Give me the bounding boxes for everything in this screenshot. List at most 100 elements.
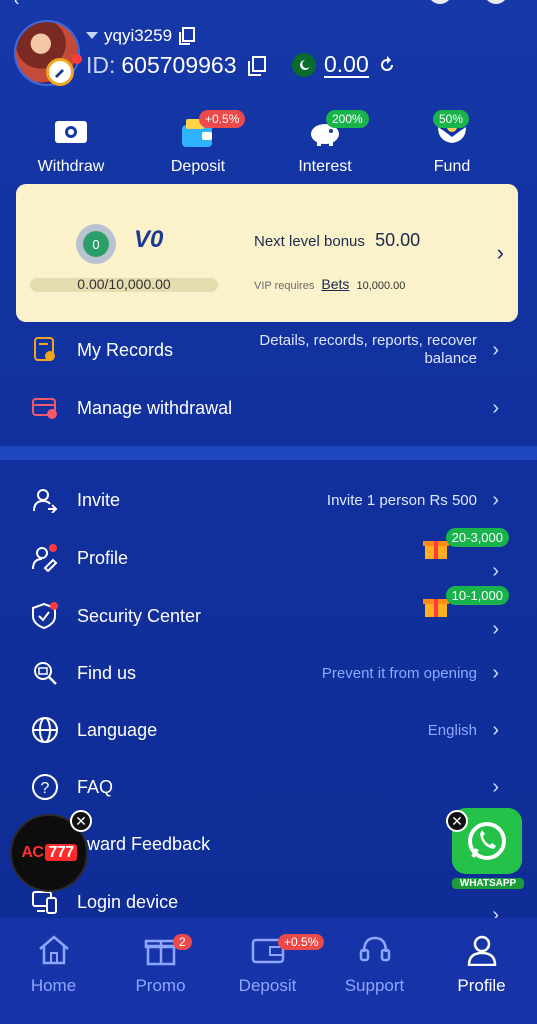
- vip-medal-icon: 0: [76, 224, 116, 264]
- promo-badge: 2: [173, 934, 192, 950]
- fund-tag: 50%: [433, 110, 470, 128]
- nav-support[interactable]: Support: [321, 930, 428, 996]
- copy-icon[interactable]: [178, 27, 196, 45]
- pakistan-flag-icon: [292, 53, 316, 77]
- avatar[interactable]: [14, 20, 82, 86]
- language-row[interactable]: Language English ›: [0, 702, 537, 758]
- quick-actions: Withdraw +0.5% Deposit 200% Interest 50%…: [0, 110, 537, 182]
- manage-withdrawal-label: Manage withdrawal: [77, 397, 233, 418]
- find-us-hint: Prevent it from opening: [321, 664, 477, 682]
- find-us-row[interactable]: Find us Prevent it from opening ›: [0, 645, 537, 701]
- shield-icon: [30, 601, 60, 631]
- withdraw-label: Withdraw: [37, 158, 105, 175]
- username: yqyi3259: [104, 26, 173, 45]
- language-value: English: [427, 721, 477, 739]
- manage-withdrawal-row[interactable]: Manage withdrawal ›: [0, 380, 537, 436]
- profile-label: Profile: [77, 547, 129, 568]
- globe-icon: [30, 715, 60, 745]
- find-us-label: Find us: [77, 662, 137, 683]
- profile-reward-tag: 20-3,000: [445, 528, 509, 547]
- bottom-nav: Home 2 Promo +0.5% Deposit Support Profi…: [0, 918, 537, 1024]
- ac777-logo: AC 777: [21, 844, 77, 862]
- close-icon[interactable]: ✕: [70, 810, 92, 832]
- chevron-right-icon: ›: [492, 560, 499, 582]
- profile-edit-icon: [30, 543, 60, 573]
- login-device-label: Login device: [77, 891, 179, 912]
- ac-logo-text: AC: [21, 844, 44, 861]
- nav-support-label: Support: [344, 976, 405, 995]
- vip-level: V0: [134, 226, 164, 253]
- next-level-bonus: Next level bonus 50.00: [254, 230, 420, 251]
- nav-profile-label: Profile: [457, 976, 506, 995]
- gift-icon: [423, 599, 449, 617]
- balance-amount: 0.00: [324, 51, 369, 78]
- user-id-row: ID: 605709963: [86, 52, 267, 79]
- invite-user-icon: [30, 485, 60, 515]
- profile-row[interactable]: Profile 20-3,000 ›: [0, 528, 537, 586]
- nav-deposit[interactable]: +0.5% Deposit: [214, 930, 325, 996]
- headset-icon: [321, 930, 428, 970]
- chevron-right-icon: ›: [492, 488, 499, 511]
- dropdown-icon[interactable]: [86, 32, 98, 40]
- back-icon[interactable]: ‹: [14, 0, 19, 10]
- withdraw-button[interactable]: Withdraw: [16, 112, 126, 176]
- chevron-right-icon[interactable]: ›: [497, 240, 504, 266]
- vip-card[interactable]: 0 V0 0.00/10,000.00 Next level bonus 50.…: [16, 184, 518, 322]
- svg-text:?: ?: [41, 780, 50, 797]
- invite-row[interactable]: Invite Invite 1 person Rs 500 ›: [0, 472, 537, 528]
- deposit-label: Deposit: [170, 158, 226, 175]
- invite-hint: Invite 1 person Rs 500: [326, 491, 477, 509]
- fund-label: Fund: [433, 158, 471, 175]
- username-row: yqyi3259: [86, 26, 196, 46]
- deposit-nav-badge: +0.5%: [278, 934, 325, 950]
- faq-row[interactable]: ? FAQ ›: [0, 759, 537, 815]
- nav-promo[interactable]: 2 Promo: [107, 930, 214, 996]
- records-icon: [30, 335, 60, 365]
- nav-deposit-label: Deposit: [238, 976, 297, 995]
- refresh-icon[interactable]: [377, 55, 397, 75]
- vip-requires-value: 10,000.00: [356, 280, 406, 292]
- id-label: ID:: [86, 52, 116, 78]
- next-level-label: Next level bonus: [254, 233, 365, 250]
- vip-requirement: VIP requires Bets 10,000.00: [254, 276, 405, 292]
- profile-screen: ‹ yqyi3259 ID: 605709963 0.00 Withdraw +…: [0, 0, 537, 1024]
- gift-icon: [107, 930, 214, 970]
- section-divider: [0, 446, 537, 460]
- bets-link[interactable]: Bets: [321, 276, 349, 292]
- interest-tag: 200%: [326, 110, 369, 128]
- message-icon[interactable]: [428, 0, 452, 4]
- security-center-row[interactable]: Security Center 10-1,000 ›: [0, 586, 537, 644]
- find-search-icon: [30, 658, 60, 688]
- close-icon[interactable]: ✕: [446, 810, 468, 832]
- copy-id-icon[interactable]: [247, 55, 267, 76]
- balance-row: 0.00: [292, 52, 397, 78]
- question-icon: ?: [30, 772, 60, 802]
- nav-home-label: Home: [30, 976, 77, 995]
- withdraw-icon: [16, 112, 126, 152]
- card-settings-icon: [30, 393, 60, 423]
- my-records-hint-line2: balance: [424, 350, 477, 367]
- chevron-right-icon: ›: [492, 396, 499, 419]
- reward-feedback-label: eward Feedback: [77, 833, 211, 854]
- nav-home[interactable]: Home: [0, 930, 107, 996]
- vip-medal-number: 0: [92, 236, 100, 252]
- my-records-hint-line1: Details, records, reports, recover: [259, 332, 477, 349]
- language-label: Language: [77, 719, 158, 740]
- chat-icon[interactable]: [484, 0, 508, 4]
- nav-promo-label: Promo: [135, 976, 186, 995]
- user-id: 605709963: [121, 52, 237, 78]
- interest-label: Interest: [298, 158, 352, 175]
- chevron-right-icon: ›: [492, 338, 499, 361]
- gift-icon: [423, 541, 449, 559]
- chevron-right-icon: ›: [492, 618, 499, 640]
- edit-avatar-icon[interactable]: [46, 58, 74, 86]
- nav-profile[interactable]: Profile: [428, 930, 535, 996]
- top-bar: ‹: [0, 0, 537, 10]
- fund-button[interactable]: 50% Fund: [397, 110, 507, 176]
- deposit-button[interactable]: +0.5% Deposit: [143, 110, 253, 176]
- my-records-row[interactable]: My Records Details, records, reports, re…: [0, 322, 537, 378]
- interest-button[interactable]: 200% Interest: [270, 110, 380, 176]
- security-reward-tag: 10-1,000: [445, 586, 509, 605]
- vip-requires-label: VIP requires: [254, 280, 315, 292]
- deposit-bonus-tag: +0.5%: [199, 110, 246, 128]
